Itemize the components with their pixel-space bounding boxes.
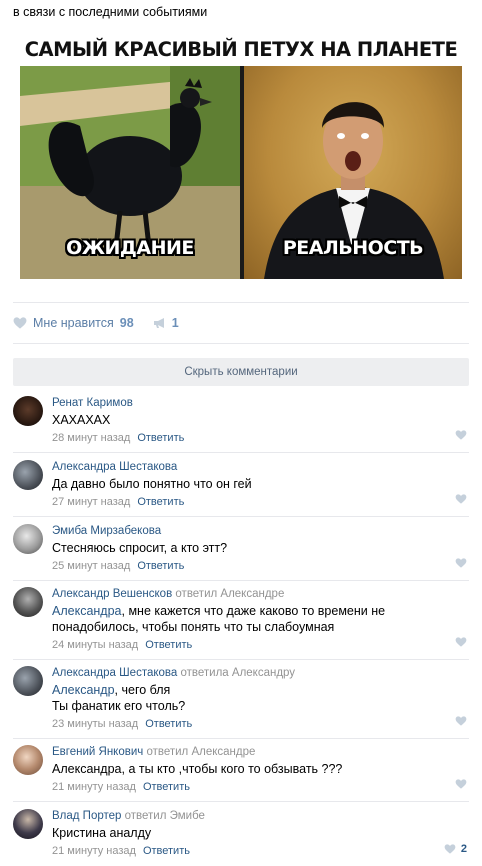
mention-link[interactable]: Александр: [52, 683, 115, 697]
reply-to-label[interactable]: ответил Александре: [175, 588, 284, 600]
avatar[interactable]: [13, 396, 43, 426]
avatar[interactable]: [13, 587, 43, 617]
meme-title: САМЫЙ КРАСИВЫЙ ПЕТУХ НА ПЛАНЕТЕ ЗЕМЛЯ: [20, 33, 462, 94]
comment-item: Ренат Каримов ХАХАХАХ 28 минут назад Отве…: [13, 396, 469, 452]
meme-panel-expectation: ОЖИДАНИЕ: [20, 66, 240, 279]
separator: [13, 343, 469, 344]
comment-item: Александр Вешенсков ответил Александре А…: [13, 587, 469, 659]
separator: [13, 659, 469, 660]
like-button-label[interactable]: Мне нравится: [33, 316, 114, 330]
comment-like-button[interactable]: [455, 430, 467, 440]
megaphone-icon: [153, 318, 164, 328]
comment-time[interactable]: 27 минут назад: [52, 496, 130, 508]
reply-button[interactable]: Ответить: [137, 560, 184, 572]
separator: [13, 302, 469, 303]
comment-like-button[interactable]: 2: [444, 843, 467, 855]
comment-author[interactable]: Александра Шестакова: [52, 667, 177, 679]
heart-icon: [455, 637, 467, 647]
heart-icon: [455, 716, 467, 726]
comment-like-button[interactable]: [455, 494, 467, 504]
meme-label-reality: РЕАЛЬНОСТЬ: [282, 237, 424, 259]
comment-time[interactable]: 28 минут назад: [52, 432, 130, 444]
separator: [13, 516, 469, 517]
separator: [13, 801, 469, 802]
comment-like-button[interactable]: [455, 779, 467, 789]
separator: [13, 452, 469, 453]
comment-text: ХАХАХАХ: [52, 413, 111, 427]
comment-item: Влад Портер ответил Эмибе Кристина аналд…: [13, 809, 469, 865]
reply-button[interactable]: Ответить: [137, 432, 184, 444]
comment-text: Александра, мне кажется что даже каково …: [52, 603, 469, 635]
comment-text-body: , чего бля: [114, 683, 171, 697]
heart-icon: [455, 430, 467, 440]
comment-author[interactable]: Александр Вешенсков: [52, 588, 172, 600]
comment-time[interactable]: 21 минуту назад: [52, 781, 136, 793]
avatar[interactable]: [13, 809, 43, 839]
post-actions: Мне нравится 98 1: [13, 316, 179, 330]
comment-author[interactable]: Ренат Каримов: [52, 397, 133, 409]
separator: [13, 738, 469, 739]
comment-like-button[interactable]: [455, 558, 467, 568]
comment-author[interactable]: Эмиба Мирзабекова: [52, 525, 161, 537]
comment-like-count: 2: [460, 843, 467, 855]
meme-image[interactable]: САМЫЙ КРАСИВЫЙ ПЕТУХ НА ПЛАНЕТЕ ЗЕМЛЯ ОЖ…: [20, 33, 462, 279]
like-count: 98: [119, 316, 134, 330]
comment-time[interactable]: 25 минут назад: [52, 560, 130, 572]
comment-time[interactable]: 24 минуты назад: [52, 639, 138, 651]
heart-icon: [455, 779, 467, 789]
reply-to-label[interactable]: ответил Александре: [146, 746, 255, 758]
reply-button[interactable]: Ответить: [143, 781, 190, 793]
comment-like-button[interactable]: [455, 716, 467, 726]
comment-item: Эмиба Мирзабекова Стесняюсь спросит, а к…: [13, 524, 469, 580]
reply-button[interactable]: Ответить: [137, 496, 184, 508]
reply-button[interactable]: Ответить: [145, 639, 192, 651]
meme-panel-reality: РЕАЛЬНОСТЬ: [244, 66, 462, 279]
comment-item: Александра Шестакова Да давно было понят…: [13, 460, 469, 516]
post-text: в связи с последними событиями: [13, 5, 208, 19]
comment-text-line2: Ты фанатик его чтоль?: [52, 699, 186, 713]
separator: [13, 580, 469, 581]
reply-to-label[interactable]: ответила Александру: [181, 667, 296, 679]
share-count: 1: [171, 316, 179, 330]
comment-time[interactable]: 23 минуты назад: [52, 718, 138, 730]
reply-to-label[interactable]: ответил Эмибе: [125, 810, 205, 822]
reply-button[interactable]: Ответить: [143, 845, 190, 857]
mention-link[interactable]: Александра: [52, 604, 122, 618]
comment-text: Александра, а ты кто ,чтобы кого то обзы…: [52, 762, 343, 776]
comment-time[interactable]: 21 минуту назад: [52, 845, 136, 857]
avatar[interactable]: [13, 524, 43, 554]
comment-item: Александра Шестакова ответила Александру…: [13, 666, 469, 738]
hide-comments-button[interactable]: Скрыть комментарии: [13, 358, 469, 386]
comment-author[interactable]: Евгений Янкович: [52, 746, 143, 758]
comment-like-button[interactable]: [455, 637, 467, 647]
comment-text: Стесняюсь спросит, а кто этт?: [52, 541, 228, 555]
avatar[interactable]: [13, 666, 43, 696]
share-button[interactable]: 1: [153, 316, 179, 330]
comment-author[interactable]: Александра Шестакова: [52, 461, 177, 473]
heart-icon: [455, 494, 467, 504]
meme-label-expectation: ОЖИДАНИЕ: [66, 237, 194, 259]
avatar[interactable]: [13, 460, 43, 490]
heart-icon[interactable]: [13, 317, 27, 329]
comment-item: Евгений Янкович ответил Александре Алекс…: [13, 745, 469, 801]
comment-text: Кристина аналду: [52, 826, 152, 840]
comment-author[interactable]: Влад Портер: [52, 810, 121, 822]
heart-icon: [455, 558, 467, 568]
reply-button[interactable]: Ответить: [145, 718, 192, 730]
comment-text: Александр, чего бля: [52, 682, 469, 698]
avatar[interactable]: [13, 745, 43, 775]
heart-icon: [444, 844, 456, 854]
comment-text: Да давно было понятно что он гей: [52, 477, 252, 491]
